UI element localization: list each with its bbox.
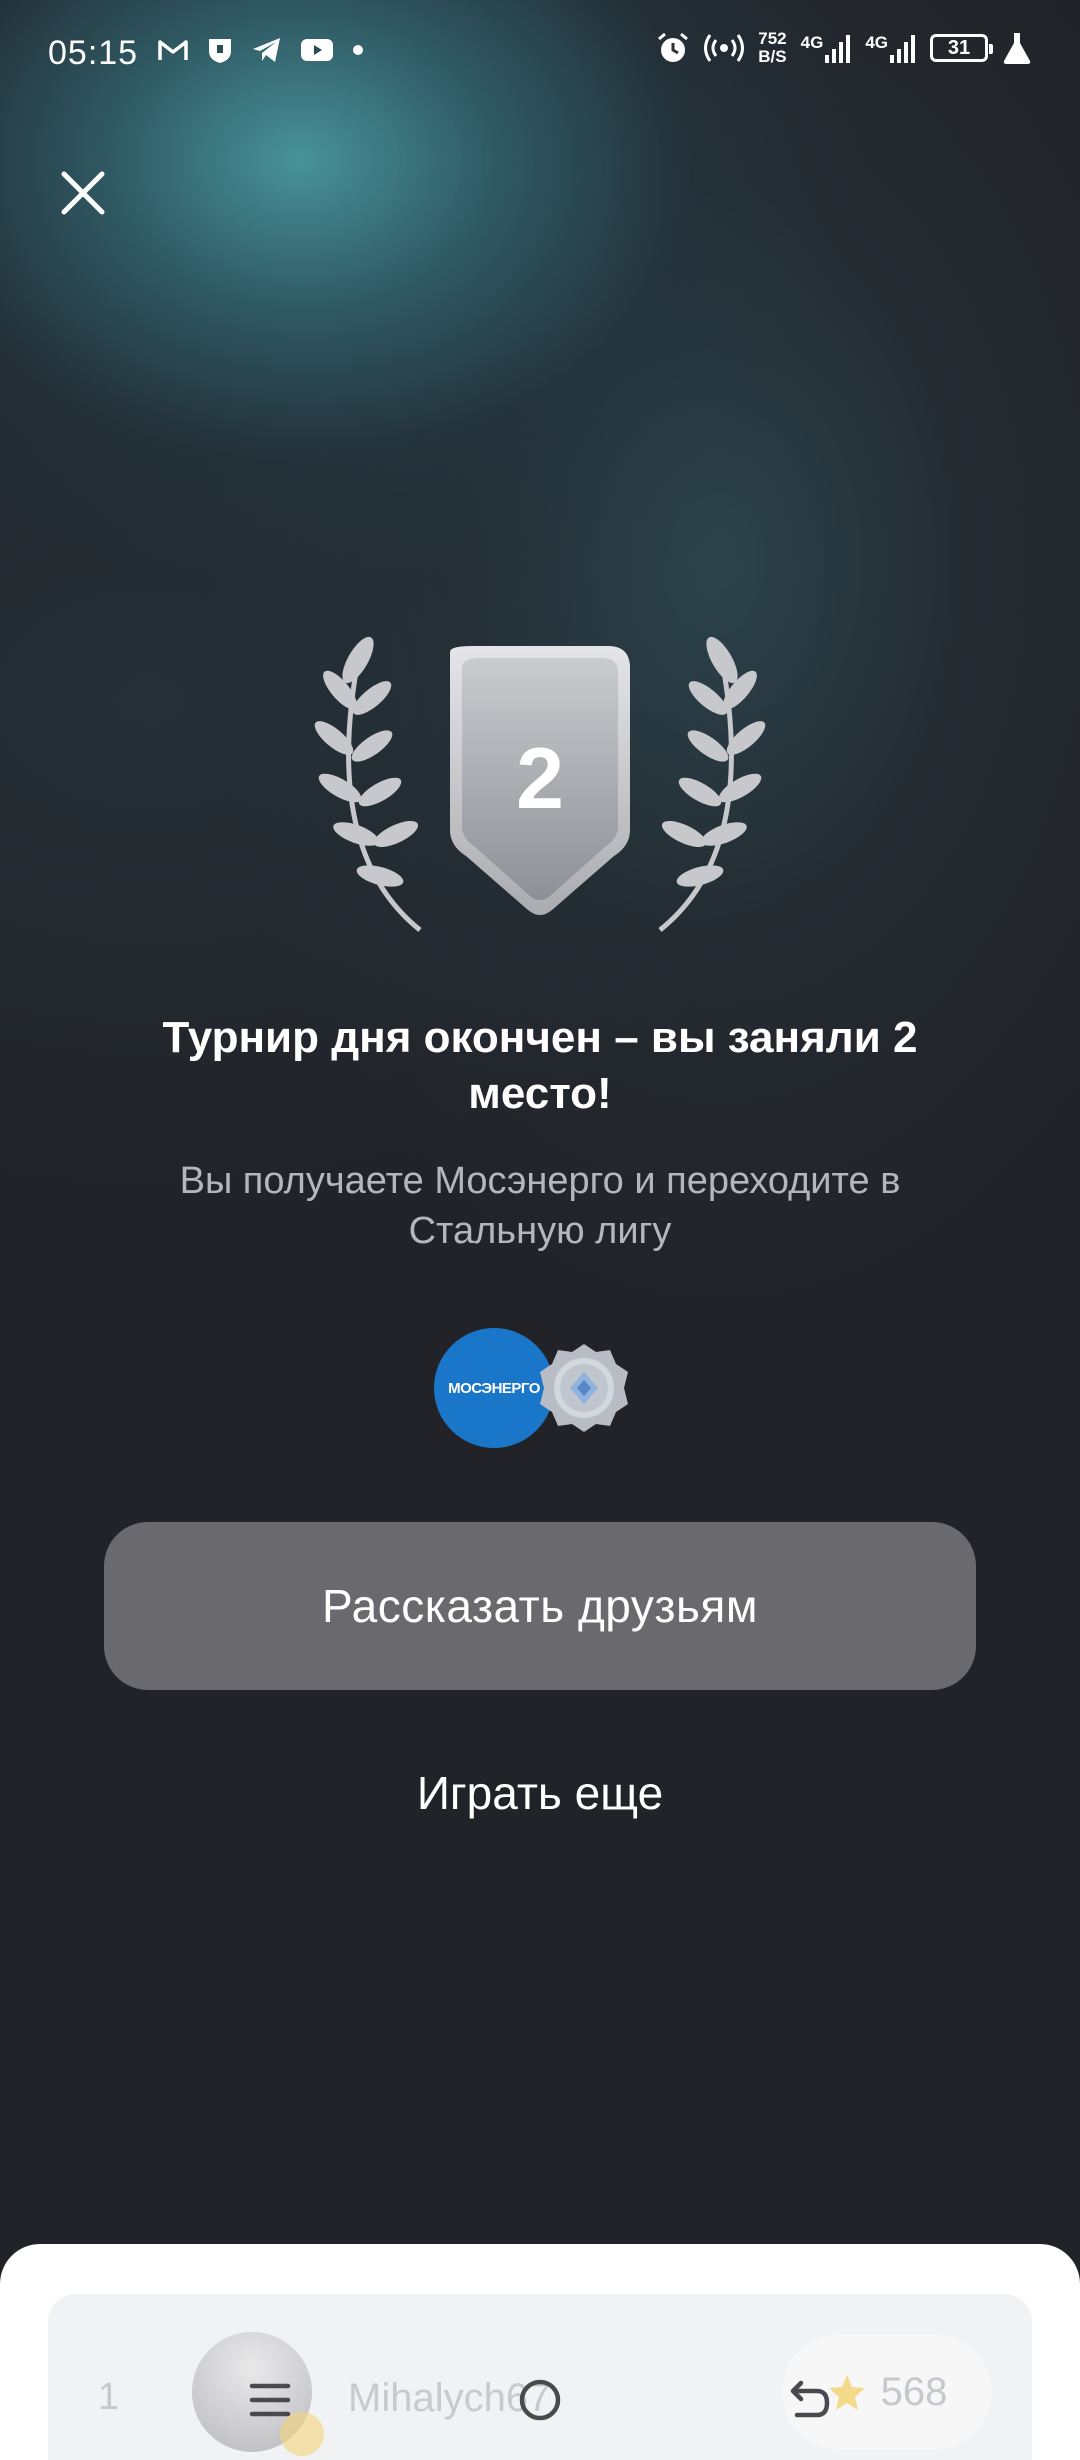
laurel-left-icon	[314, 636, 422, 932]
status-bar: 05:15 752 B/S 4G 4G 31	[0, 0, 1080, 110]
system-nav-bar	[0, 2340, 1080, 2460]
sponsor-logo: МОСЭНЕРГО	[434, 1328, 554, 1448]
nav-back-button[interactable]	[770, 2360, 850, 2440]
shield-app-icon	[209, 39, 231, 63]
system-icons: 752 B/S 4G 4G 31	[656, 30, 1032, 66]
close-button[interactable]	[50, 160, 116, 226]
result-title: Турнир дня окончен – вы заняли 2 место!	[162, 1013, 918, 1118]
battery-level: 31	[947, 36, 971, 59]
network-speed: 752 B/S	[758, 30, 786, 66]
back-icon	[790, 2380, 830, 2418]
place-award: 2	[314, 636, 766, 932]
signal-1: 4G	[801, 33, 852, 63]
signal-icon	[825, 35, 851, 63]
notification-icons	[158, 36, 364, 64]
laurel-right-icon	[658, 636, 766, 932]
steel-league-badge-icon	[540, 1344, 628, 1432]
gmail-icon	[158, 40, 188, 60]
nav-menu-button[interactable]	[230, 2360, 310, 2440]
network-speed-value: 752	[758, 29, 787, 48]
signal-2: 4G	[865, 33, 916, 63]
menu-icon	[249, 2383, 291, 2417]
telegram-icon	[253, 38, 280, 62]
result-subtitle: Вы получаете Мосэнерго и переходите в Ст…	[179, 1160, 901, 1252]
share-with-friends-button[interactable]: Рассказать друзьям	[104, 1522, 976, 1690]
hotspot-icon	[704, 34, 745, 62]
close-icon	[61, 171, 105, 215]
alarm-icon	[658, 32, 689, 62]
net-type-label: 4G	[800, 33, 824, 52]
battery-icon: 31	[930, 34, 993, 62]
signal-icon	[890, 35, 915, 63]
home-circle-icon	[519, 2379, 561, 2421]
youtube-icon	[301, 39, 333, 61]
place-number: 2	[516, 731, 564, 827]
play-again-link[interactable]: Играть еще	[290, 1766, 790, 1820]
net-type-label: 4G	[865, 33, 888, 52]
sponsor-name: МОСЭНЕРГО	[448, 1379, 540, 1397]
network-speed-unit: B/S	[758, 47, 787, 66]
status-time: 05:15	[48, 34, 139, 72]
rewards: МОСЭНЕРГО	[434, 1328, 634, 1448]
lab-icon	[1003, 33, 1031, 64]
dot-icon	[353, 45, 363, 55]
nav-home-button[interactable]	[500, 2360, 580, 2440]
